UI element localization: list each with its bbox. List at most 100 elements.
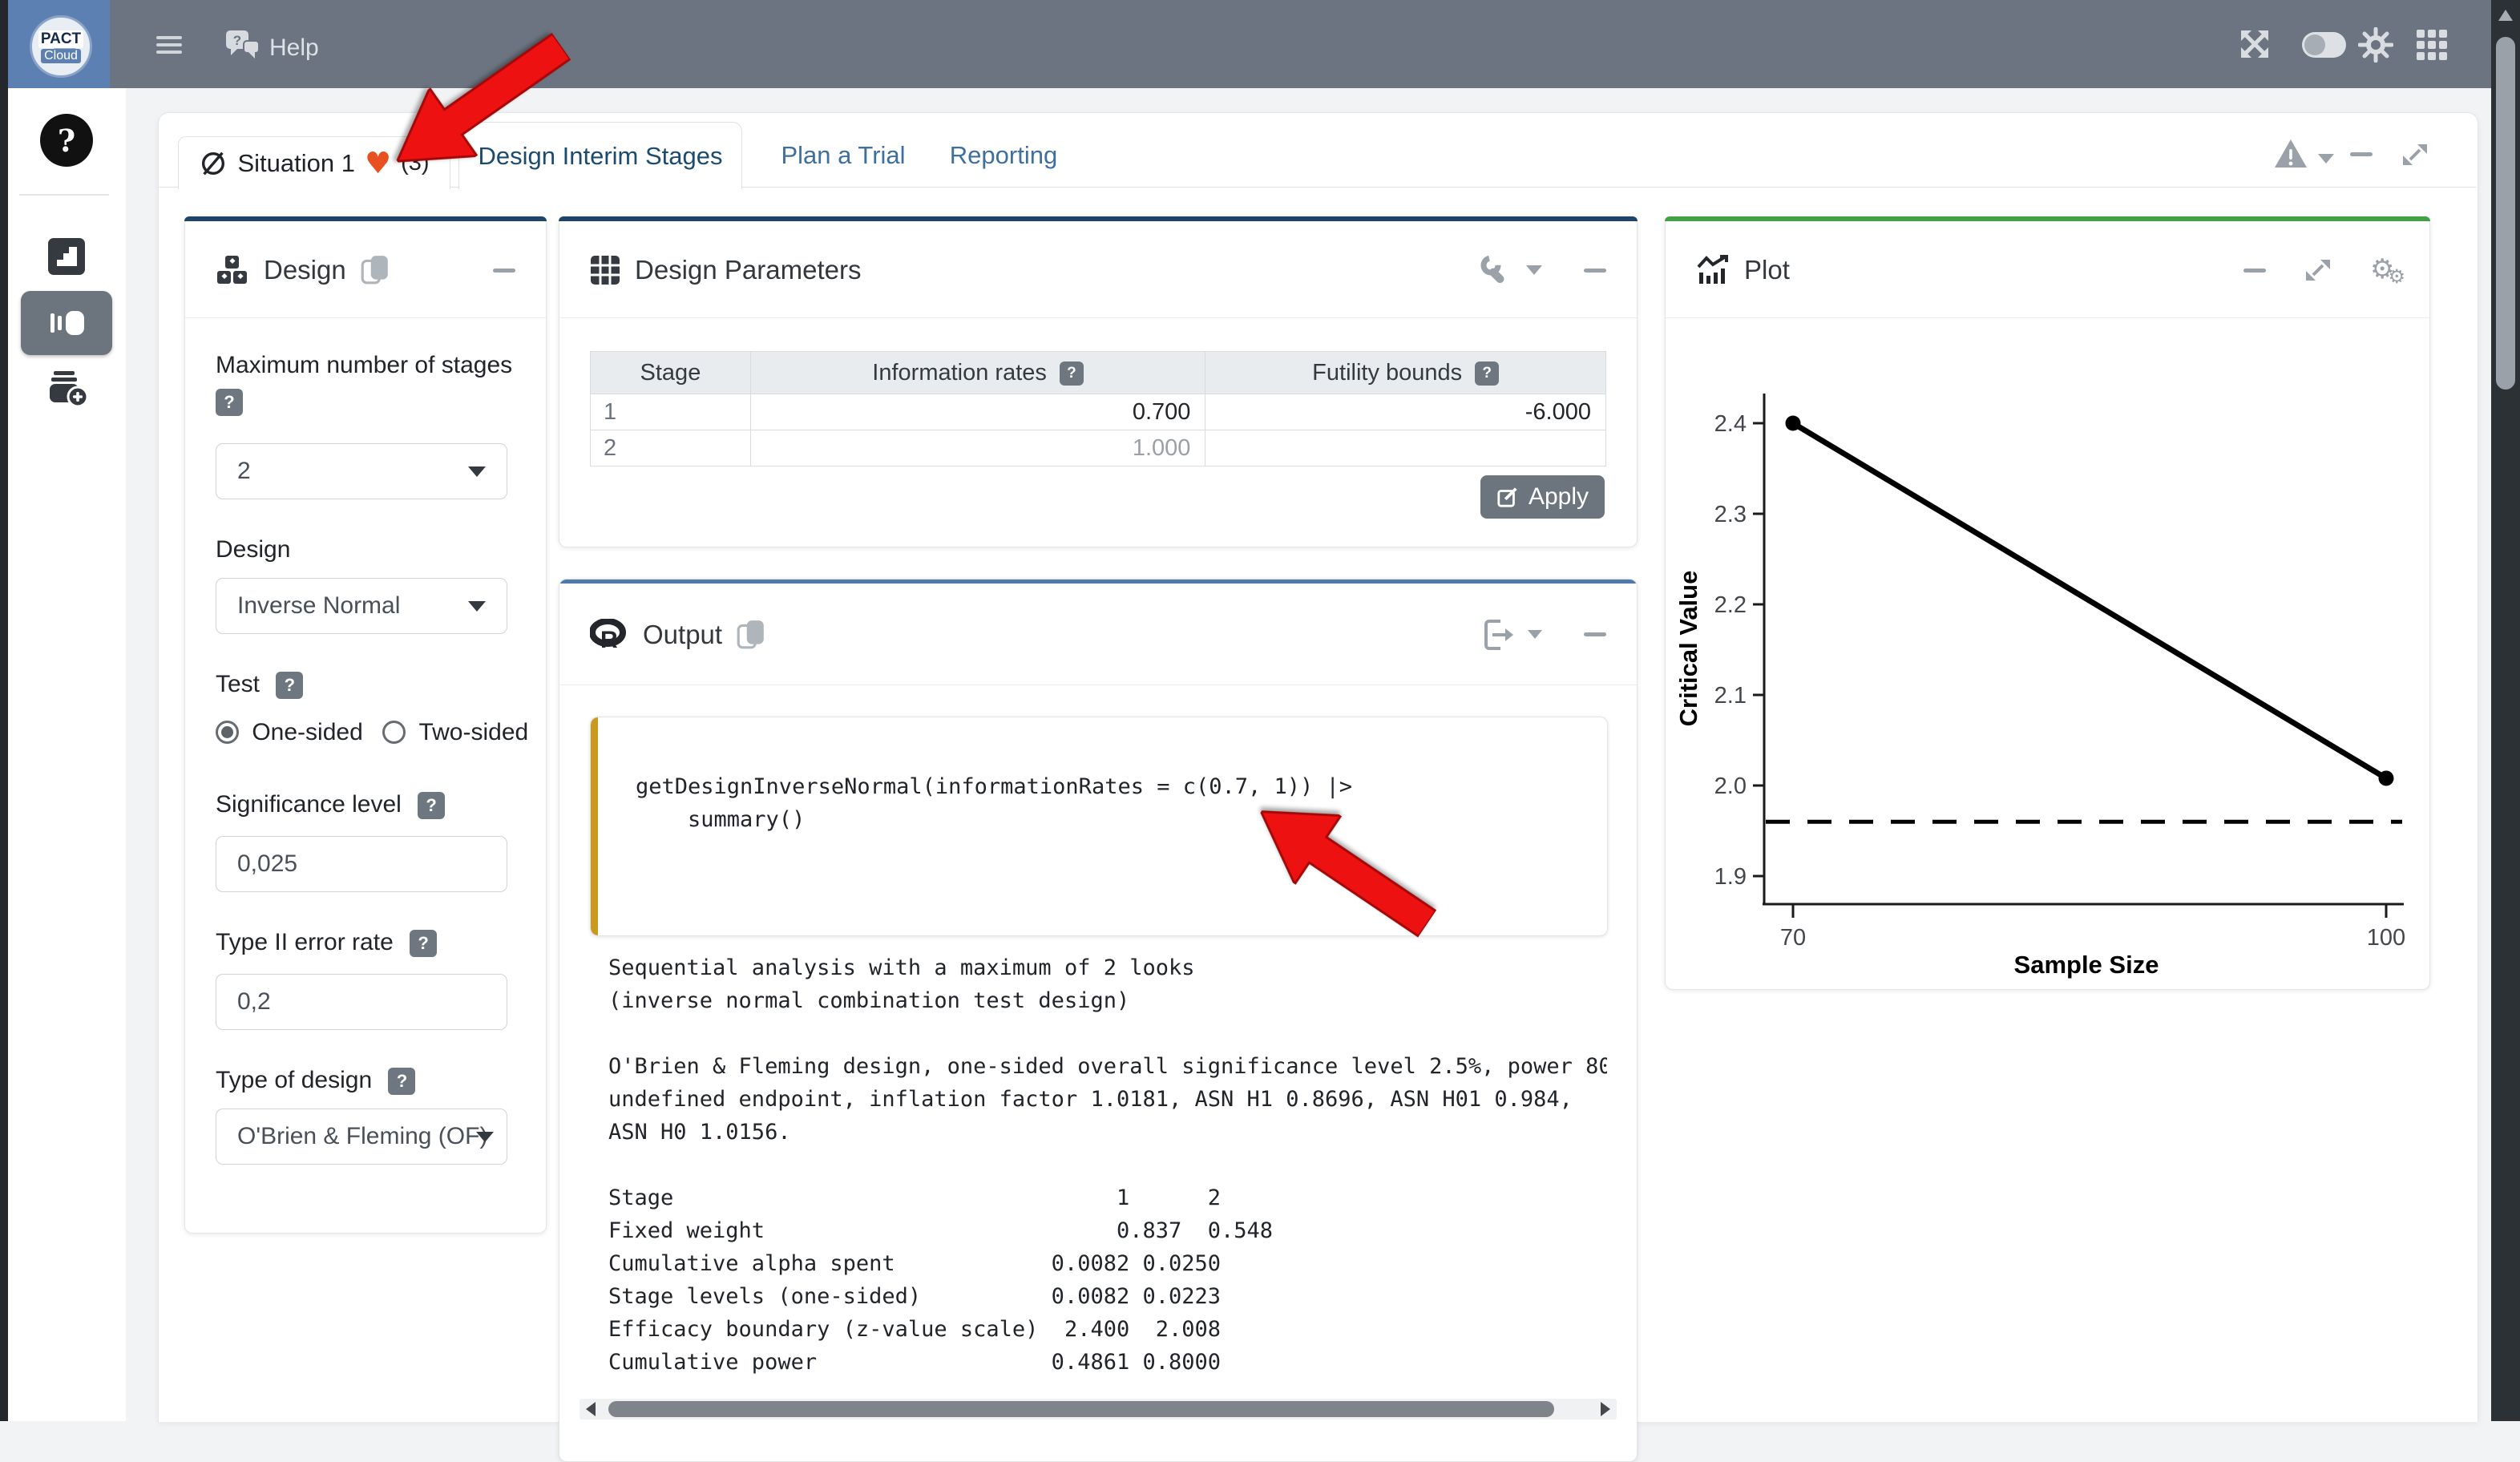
max-stages-select[interactable]: 2 xyxy=(216,443,507,499)
avatar-question-mark: ? xyxy=(58,123,75,159)
code-accent-bar xyxy=(591,717,598,935)
scroll-left-arrow[interactable] xyxy=(586,1402,596,1416)
sidebar-divider xyxy=(19,194,109,196)
collapse-plot-button[interactable] xyxy=(2243,269,2266,273)
significance-label: Significance level ? xyxy=(216,791,445,819)
significance-help-icon[interactable]: ? xyxy=(418,792,445,819)
svg-text:?: ? xyxy=(233,33,241,48)
futility-bound-1-cell[interactable]: -6.000 xyxy=(1205,394,1606,430)
warning-icon[interactable] xyxy=(2273,138,2308,174)
design-header-divider xyxy=(185,317,546,318)
max-stages-help-icon[interactable]: ? xyxy=(216,389,243,416)
help-label: Help xyxy=(269,34,319,62)
tab-reporting[interactable]: Reporting xyxy=(931,122,1076,188)
apps-grid-icon[interactable] xyxy=(2416,29,2448,65)
stage-2-cell: 2 xyxy=(591,430,751,466)
information-rate-1-cell[interactable]: 0.700 xyxy=(750,394,1205,430)
window-scrollbar[interactable] xyxy=(2491,0,2520,1421)
cubes-icon xyxy=(216,255,249,285)
export-caret-icon[interactable] xyxy=(1528,630,1542,639)
chevron-down-icon xyxy=(468,601,486,612)
type2-input[interactable] xyxy=(216,974,507,1030)
svg-text:2.1: 2.1 xyxy=(1714,683,1747,709)
logo-text-bottom: Cloud xyxy=(41,49,81,63)
apply-label: Apply xyxy=(1529,483,1589,511)
table-icon xyxy=(590,255,620,285)
stage-column-header: Stage xyxy=(591,352,751,394)
scrollbar-thumb[interactable] xyxy=(608,1401,1554,1417)
type2-label: Type II error rate ? xyxy=(216,929,437,957)
pencil-square-icon xyxy=(1496,486,1519,508)
slash-circle-icon xyxy=(199,149,228,178)
fullscreen-icon[interactable] xyxy=(2238,27,2272,65)
design-select[interactable]: Inverse Normal xyxy=(216,578,507,634)
information-rates-help-icon[interactable]: ? xyxy=(1060,361,1084,386)
scroll-up-arrow[interactable] xyxy=(2498,10,2513,21)
design-parameters-accent xyxy=(559,216,1638,221)
expand-plot-icon[interactable] xyxy=(2303,255,2333,285)
svg-text:2.0: 2.0 xyxy=(1714,773,1747,799)
type2-help-icon[interactable]: ? xyxy=(410,930,437,957)
sidebar-item-design-active[interactable] xyxy=(21,291,112,355)
radio-one-sided[interactable] xyxy=(216,721,239,744)
r-code-block: getDesignInverseNormal(informationRates … xyxy=(590,717,1608,936)
tab-plan-a-trial[interactable]: Plan a Trial xyxy=(763,122,923,188)
chevron-down-icon xyxy=(476,1132,494,1142)
two-sided-label: Two-sided xyxy=(418,719,528,745)
export-icon[interactable] xyxy=(1483,618,1513,652)
plot-settings-gears-icon[interactable]: ⚙⚙ xyxy=(2370,253,2399,288)
chart-icon xyxy=(1696,255,1730,285)
table-row: 1 0.700 -6.000 xyxy=(591,394,1606,430)
heart-icon[interactable]: ♥ xyxy=(365,146,391,180)
collapse-design-panel-button[interactable] xyxy=(493,269,515,273)
brightness-settings-icon[interactable] xyxy=(2358,27,2393,67)
table-header-row: Stage Information rates ? Futility bound… xyxy=(591,352,1606,394)
plot-panel-title: Plot xyxy=(1744,255,1790,285)
copy-icon[interactable] xyxy=(737,619,765,651)
expand-card-icon[interactable] xyxy=(2400,139,2430,174)
svg-text:Sample Size: Sample Size xyxy=(2014,951,2159,979)
scroll-right-arrow[interactable] xyxy=(1601,1402,1610,1416)
type-of-design-help-icon[interactable]: ? xyxy=(388,1068,415,1095)
radio-two-sided[interactable] xyxy=(382,721,406,744)
output-horizontal-scrollbar[interactable] xyxy=(580,1399,1617,1420)
svg-text:100: 100 xyxy=(2367,925,2405,951)
warning-caret-icon[interactable] xyxy=(2318,154,2334,164)
svg-text:70: 70 xyxy=(1780,925,1806,951)
svg-text:2.4: 2.4 xyxy=(1714,411,1747,437)
r-logo-icon: R xyxy=(590,619,628,651)
design-parameters-panel: Design Parameters Stage Information rate… xyxy=(559,216,1638,547)
test-radio-group: One-sided Two-sided xyxy=(216,719,528,746)
help-button[interactable]: ? Help xyxy=(224,29,319,67)
scrollbar-thumb[interactable] xyxy=(2496,37,2515,390)
hamburger-menu-icon[interactable] xyxy=(156,32,182,58)
sidebar-item-stairs[interactable] xyxy=(48,238,85,279)
panel-layout-icon xyxy=(45,305,88,341)
apply-button[interactable]: Apply xyxy=(1480,475,1605,519)
theme-toggle-switch[interactable] xyxy=(2302,32,2346,58)
futility-bound-2-cell xyxy=(1205,430,1606,466)
max-stages-label: Maximum number of stages xyxy=(216,352,512,379)
test-help-icon[interactable]: ? xyxy=(276,672,303,699)
design-parameters-divider xyxy=(559,317,1637,318)
output-panel-title: Output xyxy=(643,620,722,650)
user-avatar[interactable]: ? xyxy=(40,114,93,167)
information-rates-header: Information rates ? xyxy=(750,352,1205,394)
sidebar-item-add-collection[interactable] xyxy=(46,370,88,411)
copy-icon[interactable] xyxy=(361,254,390,286)
type-of-design-select[interactable]: O'Brien & Fleming (OF) xyxy=(216,1109,507,1165)
wrench-caret-icon[interactable] xyxy=(1526,265,1542,275)
r-code[interactable]: getDesignInverseNormal(informationRates … xyxy=(636,770,1352,836)
app-logo-container[interactable]: R PACT Cloud xyxy=(8,0,110,88)
collapse-card-button[interactable] xyxy=(2350,152,2373,156)
design-value: Inverse Normal xyxy=(237,592,400,620)
wrench-icon[interactable] xyxy=(1480,254,1512,286)
futility-bounds-help-icon[interactable]: ? xyxy=(1475,361,1499,386)
pact-cloud-logo: R PACT Cloud xyxy=(30,15,92,78)
table-row: 2 1.000 xyxy=(591,430,1606,466)
collapse-design-parameters-button[interactable] xyxy=(1584,269,1606,273)
collapse-output-button[interactable] xyxy=(1584,632,1606,636)
significance-input[interactable] xyxy=(216,836,507,892)
design-parameters-title: Design Parameters xyxy=(635,255,861,285)
critical-value-chart: 2.42.32.22.12.01.970100Sample SizeCritic… xyxy=(1676,345,2421,979)
